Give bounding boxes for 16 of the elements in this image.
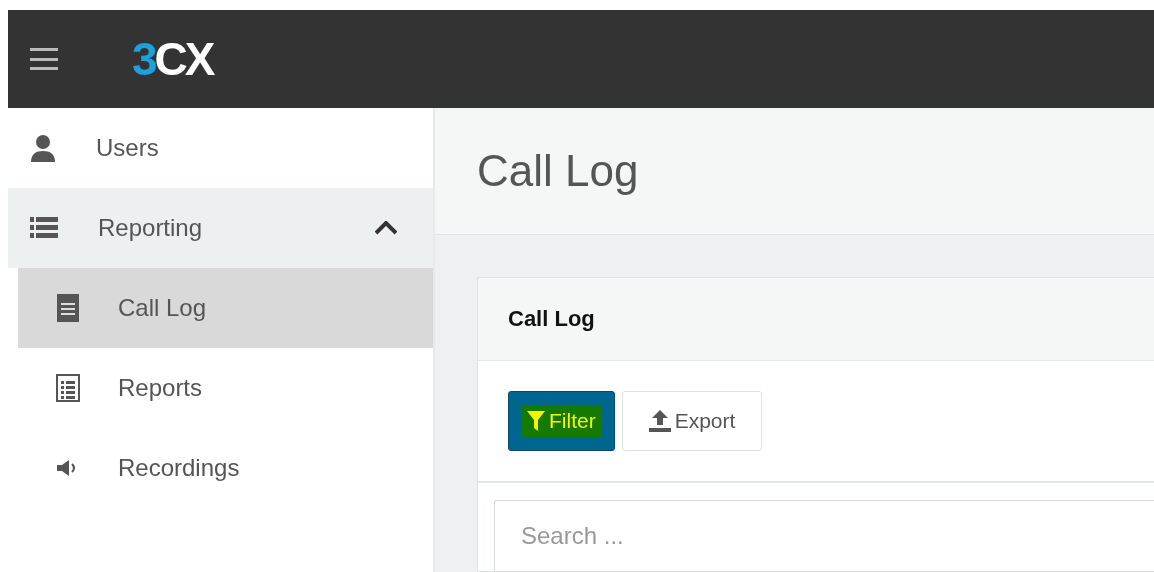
notepad-icon <box>57 294 79 322</box>
chevron-up-icon[interactable] <box>375 221 397 235</box>
search-field[interactable]: Search ... <box>494 500 1154 571</box>
panel-title: Call Log <box>508 306 595 332</box>
menu-icon[interactable] <box>30 48 58 70</box>
report-icon <box>56 374 80 402</box>
list-icon <box>30 217 58 239</box>
page-title: Call Log <box>477 146 639 196</box>
filter-button[interactable]: Filter <box>508 391 615 451</box>
filter-icon <box>527 411 545 431</box>
sidebar-item[interactable]: Call Log <box>18 268 433 348</box>
sidebar-item[interactable]: Reporting <box>8 188 433 268</box>
export-button[interactable]: Export <box>621 391 763 451</box>
user-icon <box>30 134 56 162</box>
upload-icon <box>648 410 671 432</box>
logo: 3CX <box>132 32 213 86</box>
